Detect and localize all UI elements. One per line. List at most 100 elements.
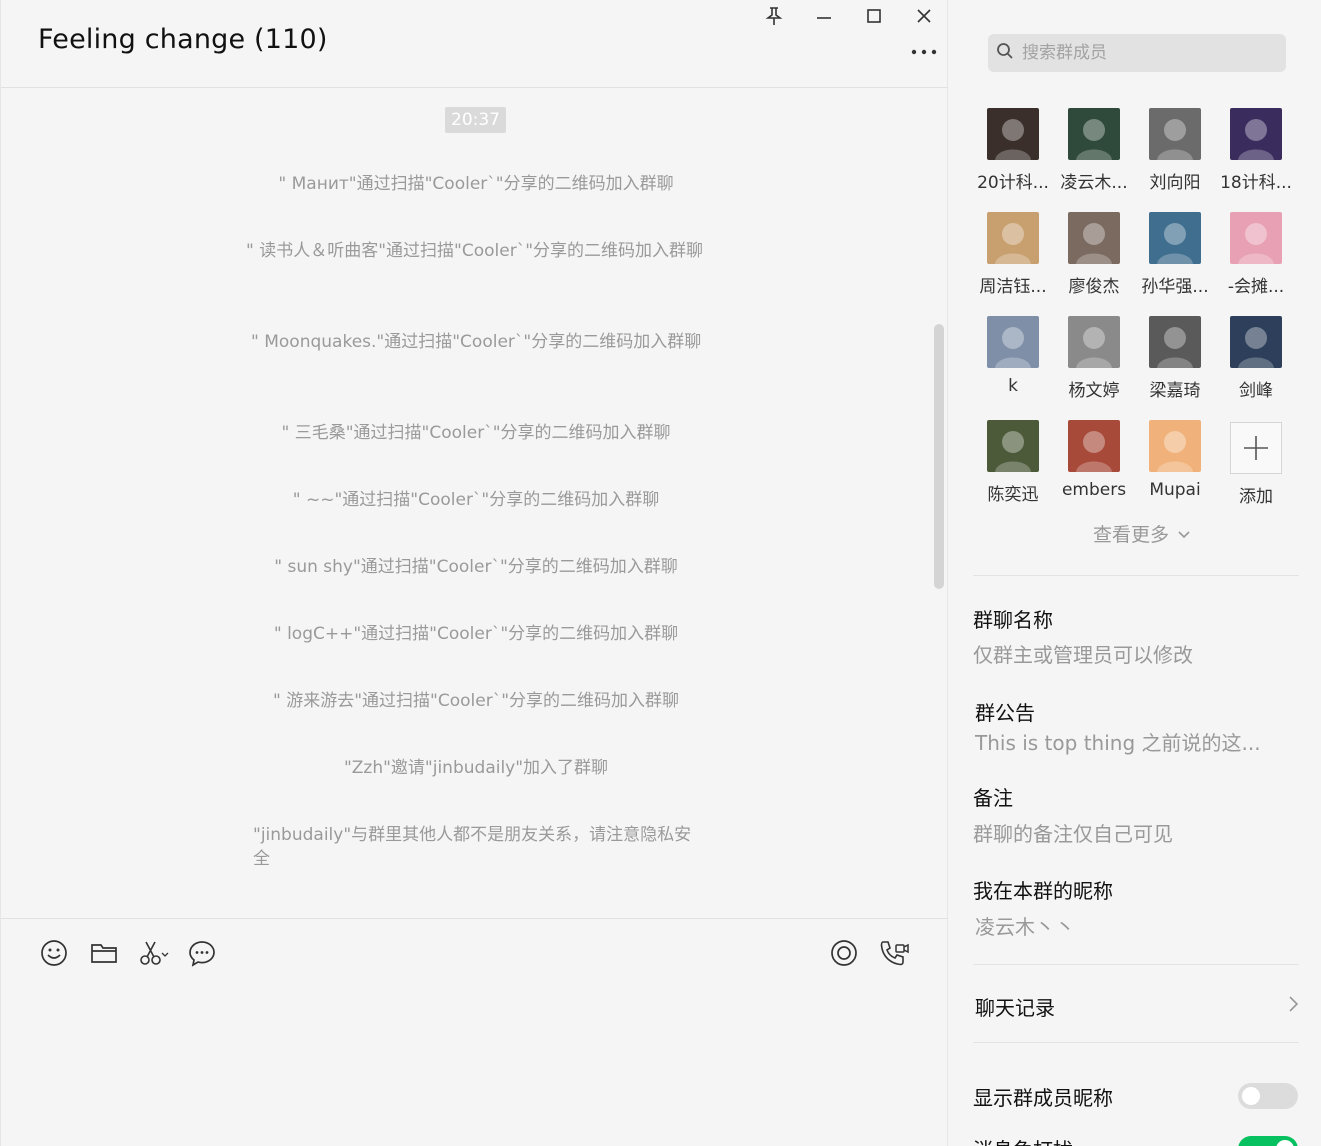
member-avatar: [1149, 316, 1201, 368]
member-item[interactable]: 梁嘉琦: [1135, 316, 1215, 401]
system-message: " Манит"通过扫描"Cooler`"分享的二维码加入群聊: [278, 174, 674, 194]
member-name: 刘向阳: [1149, 173, 1201, 193]
member-avatar: [1230, 316, 1282, 368]
group-notice-value[interactable]: This is top thing 之前说的这...: [975, 727, 1261, 756]
divider: [973, 964, 1299, 965]
group-name-value[interactable]: 仅群主或管理员可以修改: [973, 639, 1193, 668]
member-avatar: [1068, 212, 1120, 264]
member-item[interactable]: 凌云木...: [1054, 108, 1134, 193]
more-options-icon[interactable]: [909, 42, 939, 62]
divider: [973, 575, 1299, 576]
system-message: " 游来游去"通过扫描"Cooler`"分享的二维码加入群聊: [272, 691, 680, 711]
member-search-box[interactable]: [988, 34, 1286, 72]
minimize-icon[interactable]: [812, 4, 836, 28]
member-avatar: [1068, 420, 1120, 472]
system-message: "jinbudaily"与群里其他人都不是朋友关系，请注意隐私安全: [253, 825, 692, 869]
wechat-group-window: Feeling change (110) 20:37 " Манит"通过扫描"…: [0, 0, 1321, 1146]
maximize-icon[interactable]: [862, 4, 886, 28]
member-name: 陈奕迅: [987, 485, 1039, 505]
member-name: embers: [1061, 480, 1127, 500]
member-name: 18计科...: [1220, 173, 1292, 193]
emoji-icon[interactable]: [38, 937, 70, 969]
member-name: -会摊...: [1227, 277, 1285, 297]
chat-history-label: 聊天记录: [975, 995, 1055, 1020]
chat-pane: Feeling change (110) 20:37 " Манит"通过扫描"…: [0, 0, 949, 1146]
chat-history-row[interactable]: 聊天记录: [973, 985, 1299, 1027]
member-item[interactable]: 刘向阳: [1135, 108, 1215, 193]
member-name: 孙华强...: [1141, 277, 1209, 297]
member-item[interactable]: -会摊...: [1216, 212, 1296, 297]
member-item[interactable]: 剑峰: [1216, 316, 1296, 401]
timestamp: 20:37: [445, 107, 506, 133]
system-message: " 读书人＆听曲客"通过扫描"Cooler`"分享的二维码加入群聊: [246, 241, 704, 261]
member-name: k: [1008, 376, 1018, 396]
member-name: 梁嘉琦: [1149, 381, 1201, 401]
member-avatar: [1149, 420, 1201, 472]
member-item[interactable]: Mupai: [1135, 420, 1215, 500]
member-avatar: [1149, 108, 1201, 160]
member-item[interactable]: 陈奕迅: [973, 420, 1053, 505]
system-message: "Zzh"邀请"jinbudaily"加入了群聊: [343, 758, 609, 778]
group-info-panel: 20计科... 凌云木... 刘向阳 18计科... 周洁钰... 廖俊杰 孙华强... -会…: [948, 0, 1321, 1146]
system-message: " Moonquakes."通过扫描"Cooler`"分享的二维码加入群聊: [251, 332, 702, 352]
my-nickname-value[interactable]: 凌云木丶丶: [975, 911, 1075, 940]
member-item[interactable]: 20计科...: [973, 108, 1053, 193]
system-message: " logC++"通过扫描"Cooler`"分享的二维码加入群聊: [273, 624, 679, 644]
member-item[interactable]: 杨文婷: [1054, 316, 1134, 401]
remark-label: 备注: [973, 786, 1013, 810]
toggle-knob: [1276, 1140, 1294, 1146]
scissors-icon[interactable]: [138, 937, 170, 969]
add-member-label: 添加: [1239, 487, 1273, 507]
divider: [973, 1042, 1299, 1043]
chevron-right-icon: [1287, 995, 1299, 1017]
do-not-disturb-label: 消息免打扰: [973, 1134, 1073, 1146]
member-name: 杨文婷: [1068, 381, 1120, 401]
chevron-down-icon: [1177, 523, 1191, 545]
close-icon[interactable]: [912, 4, 936, 28]
do-not-disturb-toggle[interactable]: [1238, 1136, 1298, 1146]
show-nickname-toggle[interactable]: [1238, 1083, 1298, 1109]
add-member-button[interactable]: 添加: [1216, 422, 1296, 507]
message-list[interactable]: 20:37 " Манит"通过扫描"Cooler`"分享的二维码加入群聊 " …: [1, 89, 949, 918]
message-input-area[interactable]: [1, 988, 949, 1146]
member-name: 凌云木...: [1060, 173, 1128, 193]
live-icon[interactable]: [828, 937, 860, 969]
group-notice-label: 群公告: [975, 701, 1035, 725]
see-more-label: 查看更多: [1093, 524, 1170, 546]
member-item[interactable]: 廖俊杰: [1054, 212, 1134, 297]
member-avatar: [1230, 212, 1282, 264]
see-more-button[interactable]: 查看更多: [1093, 520, 1191, 547]
member-name: 廖俊杰: [1068, 277, 1120, 297]
member-name: Mupai: [1149, 480, 1201, 500]
system-message: " ~~"通过扫描"Cooler`"分享的二维码加入群聊: [292, 490, 660, 510]
member-item[interactable]: 周洁钰...: [973, 212, 1053, 297]
input-toolbar: [1, 918, 949, 988]
show-nickname-label: 显示群成员昵称: [973, 1086, 1113, 1110]
member-avatar: [1068, 108, 1120, 160]
search-icon: [996, 42, 1014, 64]
chat-bubble-icon[interactable]: [186, 937, 218, 969]
member-avatar: [1230, 108, 1282, 160]
folder-icon[interactable]: [88, 937, 120, 969]
chat-title: Feeling change (110): [38, 24, 328, 55]
member-search-input[interactable]: [1022, 43, 1272, 63]
chat-header: Feeling change (110): [1, 0, 949, 88]
member-item[interactable]: k: [973, 316, 1053, 396]
video-call-icon[interactable]: [878, 937, 910, 969]
member-name: 20计科...: [977, 173, 1049, 193]
member-item[interactable]: embers: [1054, 420, 1134, 500]
my-nickname-label: 我在本群的昵称: [973, 879, 1113, 903]
system-message: " sun shy"通过扫描"Cooler`"分享的二维码加入群聊: [274, 557, 678, 577]
remark-value[interactable]: 群聊的备注仅自己可见: [973, 818, 1173, 847]
member-item[interactable]: 孙华强...: [1135, 212, 1215, 297]
member-avatar: [1068, 316, 1120, 368]
chat-scrollbar[interactable]: [934, 324, 944, 589]
toggle-knob: [1242, 1087, 1260, 1105]
member-avatar: [1149, 212, 1201, 264]
plus-icon: [1230, 422, 1282, 474]
member-avatar: [987, 420, 1039, 472]
member-avatar: [987, 316, 1039, 368]
member-item[interactable]: 18计科...: [1216, 108, 1296, 193]
pin-icon[interactable]: [762, 4, 786, 28]
member-avatar: [987, 108, 1039, 160]
